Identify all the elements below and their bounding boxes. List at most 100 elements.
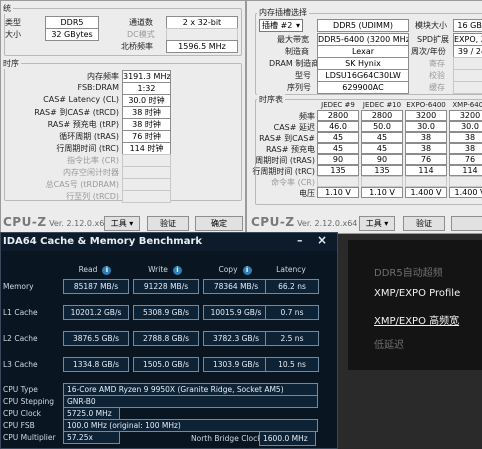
result-value: 66.2 ns <box>265 279 319 294</box>
menu-item[interactable]: 低延迟 <box>374 336 404 351</box>
spd-timings-section-title: 时序表 <box>257 94 285 105</box>
max-bw-label: 最大带宽 <box>277 35 309 44</box>
timing-label: RAS# 预充电 (tRP) <box>47 120 119 129</box>
week-year-label: 周次/年份 <box>411 47 446 56</box>
nb-freq-value: 1596.5 MHz <box>166 40 238 53</box>
spd-cell: 45 <box>317 143 359 154</box>
aida-title-bar: IDA64 Cache & Memory Benchmark – × <box>1 233 337 251</box>
spd-cell: 45 <box>317 132 359 143</box>
result-row-label: L1 Cache <box>3 308 38 317</box>
ok-button[interactable]: 确定 <box>195 216 243 231</box>
tools-button-label: 工具 <box>110 219 127 228</box>
spd-cell: 38 <box>449 132 482 143</box>
result-value: 0.7 ns <box>265 305 319 320</box>
nb-clock-label: North Bridge Clock <box>191 434 262 443</box>
spd-cell: 2800 MHz <box>361 110 403 129</box>
spd-cell: 1.10 V <box>361 187 403 198</box>
timing-label: 循环周期 (tRAS) <box>59 132 119 141</box>
channels-label: 通道数 <box>129 18 153 27</box>
result-row-label: L2 Cache <box>3 334 38 343</box>
column-header-latency: Latency <box>265 265 317 274</box>
result-value: 1334.8 GB/s <box>63 357 129 372</box>
spd-cell <box>405 176 447 187</box>
info-row-label: CPU Clock <box>3 409 42 418</box>
info-row-label: CPU Multiplier <box>3 433 56 442</box>
module-size-value: 16 GBy <box>453 19 482 32</box>
check-label: 校验 <box>429 71 445 80</box>
ok-button-right[interactable] <box>451 216 482 231</box>
column-header-read: Read i <box>63 265 127 275</box>
spd-row-label: RAS# 到CAS# <box>259 134 315 143</box>
spd-cell: 90 <box>361 154 403 165</box>
general-section-title: 统 <box>1 3 13 14</box>
size-value: 32 GBytes <box>45 28 99 41</box>
spd-cell: 114 <box>405 165 447 176</box>
spd-cell: 3200 MHz <box>449 110 482 129</box>
timing-label: 行至列 (tRCD) <box>66 192 119 201</box>
minimize-icon[interactable]: – <box>297 234 303 247</box>
info-icon[interactable]: i <box>172 265 182 275</box>
menu-item[interactable]: XMP/EXPO 高频宽 <box>374 312 459 327</box>
info-icon[interactable]: i <box>102 265 112 275</box>
result-value: 85187 MB/s <box>63 279 129 294</box>
spd-cell: 76 <box>449 154 482 165</box>
menu-item[interactable]: XMP/EXPO Profile <box>374 288 460 299</box>
serial-label: 序列号 <box>287 83 311 92</box>
spd-row-label: 周期时间 (tRAS) <box>255 156 315 165</box>
reg-label: 寄存 <box>429 59 445 68</box>
cpuz-spd-window: 内存插槽选择 插槽 #2 ▾ DDR5 (UDIMM) 模块大小 16 GBy … <box>246 0 482 234</box>
result-value: 10201.2 GB/s <box>63 305 129 320</box>
timings-section-title: 时序 <box>1 58 21 69</box>
result-value: 10015.9 GB/s <box>203 305 269 320</box>
result-value: 1505.0 GB/s <box>133 357 199 372</box>
validate-button[interactable]: 验证 <box>147 216 189 231</box>
serial-value: 629900AC <box>317 81 409 94</box>
version-text: Ver. 2.12.0.x64 <box>49 219 110 228</box>
close-icon[interactable]: × <box>317 233 327 247</box>
aida-title: IDA64 Cache & Memory Benchmark <box>3 236 203 247</box>
spd-row-label: RAS# 预充电 <box>265 145 315 154</box>
spd-cell: 76 <box>405 154 447 165</box>
overclock-menu: DDR5自动超频 XMP/EXPO Profile XMP/EXPO 高频宽 低延迟 <box>348 240 482 370</box>
spd-cell: 45 <box>361 143 403 154</box>
module-size-label: 模块大小 <box>415 21 447 30</box>
validate-button-right[interactable]: 验证 <box>403 216 445 231</box>
timing-label: 内存空闲计时器 <box>63 168 119 177</box>
result-row-label: L3 Cache <box>3 360 38 369</box>
spd-cell: 30.0 <box>405 121 447 132</box>
spd-cell: 50.0 <box>361 121 403 132</box>
info-icon[interactable]: i <box>242 265 252 275</box>
spd-row-label: 行周期时间 (tRC) <box>252 167 315 176</box>
timing-value <box>122 190 171 203</box>
spd-column-header: XMP-6400 <box>452 101 482 109</box>
buffer-label: 缓存 <box>429 83 445 92</box>
cpuz-logo: CPU-Z <box>3 215 47 229</box>
spd-cell: 135 <box>361 165 403 176</box>
column-header-label: Write <box>148 265 168 274</box>
nb-freq-label: 北桥频率 <box>121 42 153 51</box>
result-value: 3876.5 GB/s <box>63 331 129 346</box>
cpuz-version: CPU-Z Ver. 2.12.0.x64 <box>3 215 109 229</box>
info-row-label: CPU FSB <box>3 421 35 430</box>
result-value: 10.5 ns <box>265 357 319 372</box>
spd-cell: 38 <box>405 143 447 154</box>
nb-clock-value: 1600.0 MHz <box>259 431 316 446</box>
spd-cell <box>449 176 482 187</box>
spd-cell: 46.0 <box>317 121 359 132</box>
dc-mode-label: DC模式 <box>127 30 155 39</box>
spd-cell: 30.0 <box>449 121 482 132</box>
info-row-label: CPU Stepping <box>3 397 55 406</box>
version-text-right: Ver. 2.12.0.x64 <box>297 219 358 228</box>
result-value: 91228 MB/s <box>133 279 199 294</box>
result-value: 5308.9 GB/s <box>133 305 199 320</box>
result-value: 2.5 ns <box>265 331 319 346</box>
tools-button-right[interactable]: 工具 ▾ <box>359 216 395 231</box>
maker-label: 制造商 <box>285 47 309 56</box>
model-label: 型号 <box>295 71 311 80</box>
menu-item[interactable]: DDR5自动超频 <box>374 264 443 279</box>
column-header-copy: Copy i <box>203 265 267 275</box>
result-row-label: Memory <box>3 282 34 291</box>
tools-button[interactable]: 工具 ▾ <box>104 216 140 231</box>
slot-section-title: 内存插槽选择 <box>257 7 309 18</box>
slot-select[interactable]: 插槽 #2 ▾ <box>259 19 303 32</box>
